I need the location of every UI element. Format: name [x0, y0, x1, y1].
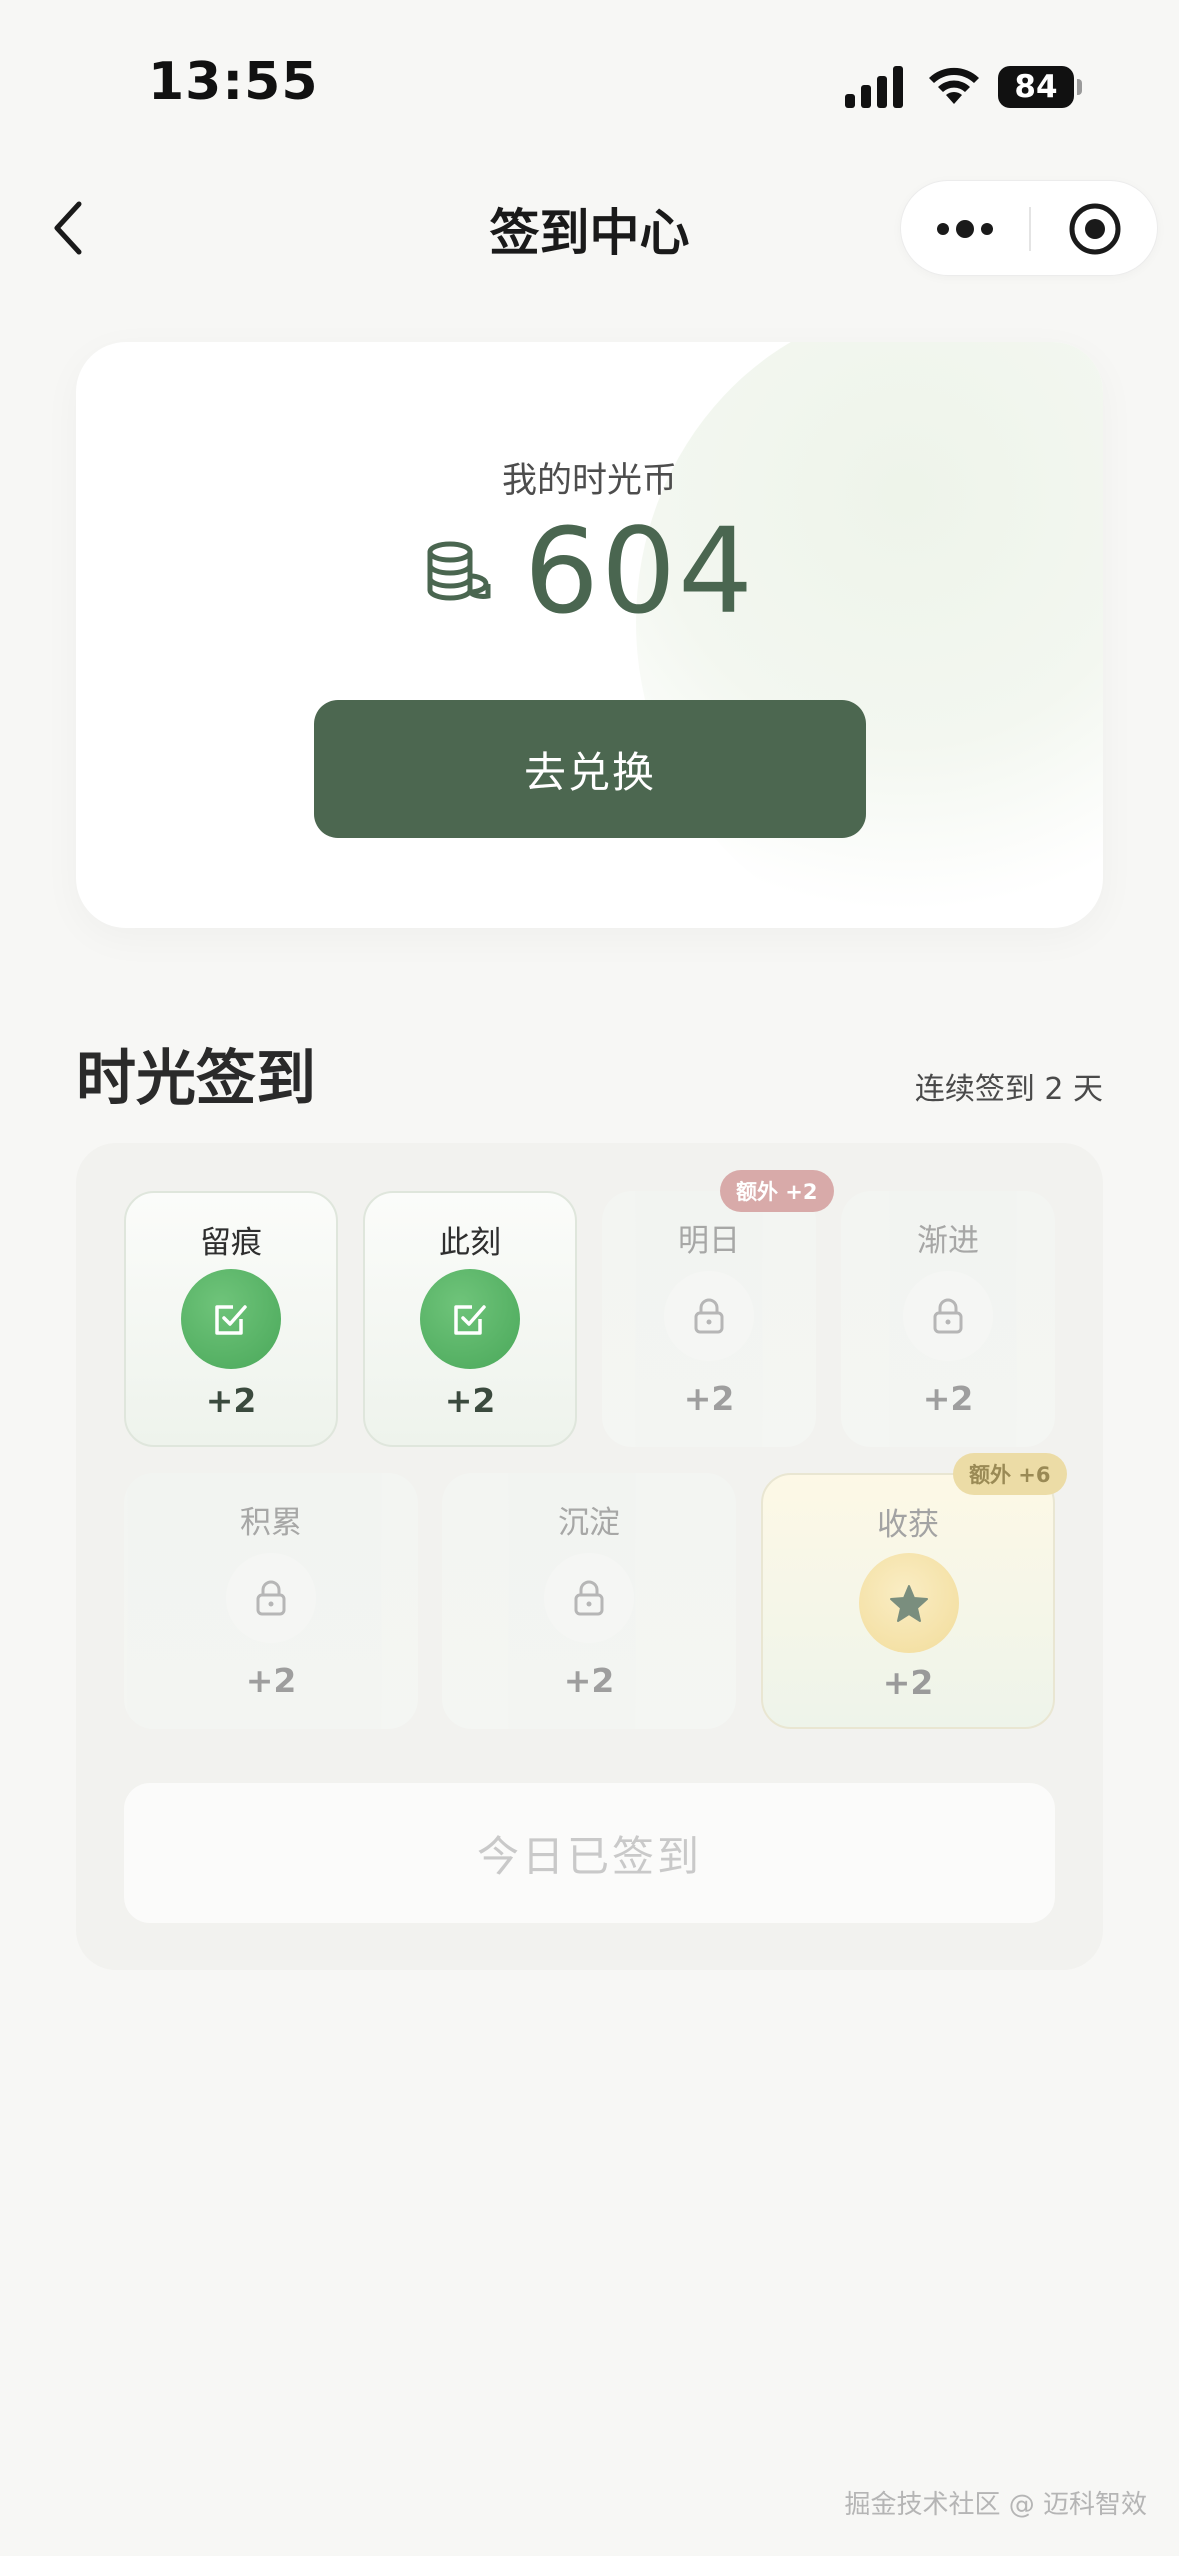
status-bar: 13:55 84 — [0, 0, 1179, 170]
day-card-3[interactable]: 明日 +2 — [602, 1191, 816, 1447]
day-card-1[interactable]: 留痕 +2 — [124, 1191, 338, 1447]
day-points: +2 — [922, 1379, 974, 1418]
balance-card: 我的时光币 604 去兑换 — [76, 342, 1103, 928]
day-card-7[interactable]: 收获 +2 — [761, 1473, 1055, 1729]
locked-badge — [903, 1271, 993, 1361]
day-points: +2 — [245, 1661, 297, 1700]
star-icon — [890, 1585, 928, 1622]
mini-program-capsule — [900, 180, 1158, 276]
day-name: 沉淀 — [558, 1505, 620, 1541]
lock-icon — [933, 1298, 963, 1334]
more-button[interactable] — [901, 181, 1029, 277]
day-points: +2 — [444, 1381, 496, 1420]
locked-badge — [226, 1553, 316, 1643]
wifi-icon — [929, 67, 979, 104]
day-name: 留痕 — [200, 1225, 262, 1261]
day-card-4[interactable]: 渐进 +2 — [841, 1191, 1055, 1447]
day-points: +2 — [683, 1379, 735, 1418]
more-dots-icon — [937, 220, 993, 238]
day-card-5[interactable]: 积累 +2 — [124, 1473, 418, 1729]
day-name: 渐进 — [917, 1223, 979, 1259]
coins-icon — [427, 541, 491, 601]
checkin-panel: 留痕 +2 此刻 +2 明日 +2 额外 +2 渐进 +2 积累 +2 沉淀 +… — [76, 1143, 1103, 1970]
day-points: +2 — [205, 1381, 257, 1420]
close-button[interactable] — [1031, 181, 1159, 277]
locked-badge — [664, 1271, 754, 1361]
day-points: +2 — [563, 1661, 615, 1700]
lock-icon — [256, 1580, 286, 1616]
day-points: +2 — [882, 1663, 934, 1702]
lock-icon — [694, 1298, 724, 1334]
lock-icon — [574, 1580, 604, 1616]
watermark: 掘金技术社区 @ 迈科智效 — [844, 2490, 1147, 2520]
bonus-tag: 额外 +2 — [720, 1170, 834, 1212]
battery-indicator: 84 — [998, 66, 1082, 108]
signal-icon — [845, 66, 903, 108]
reward-badge — [859, 1553, 959, 1653]
status-time: 13:55 — [148, 52, 319, 112]
checked-badge — [420, 1269, 520, 1369]
day-name: 积累 — [240, 1505, 302, 1541]
check-square-icon — [454, 1305, 486, 1335]
day-card-2[interactable]: 此刻 +2 — [363, 1191, 577, 1447]
locked-badge — [544, 1553, 634, 1643]
day-name: 此刻 — [439, 1225, 501, 1261]
target-circle-icon — [1069, 203, 1121, 255]
signed-in-button[interactable]: 今日已签到 — [124, 1783, 1055, 1923]
section-title: 时光签到 — [76, 1044, 316, 1114]
bonus-tag: 额外 +6 — [953, 1453, 1067, 1495]
day-name: 明日 — [678, 1223, 740, 1259]
balance-value: 604 — [523, 502, 756, 640]
check-square-icon — [215, 1305, 247, 1335]
day-card-6[interactable]: 沉淀 +2 — [442, 1473, 736, 1729]
streak-text: 连续签到 2 天 — [914, 1072, 1103, 1107]
day-name: 收获 — [877, 1507, 939, 1543]
exchange-button[interactable]: 去兑换 — [314, 700, 866, 838]
checked-badge — [181, 1269, 281, 1369]
balance-label: 我的时光币 — [501, 461, 677, 501]
balance-row: 604 — [76, 512, 1103, 630]
